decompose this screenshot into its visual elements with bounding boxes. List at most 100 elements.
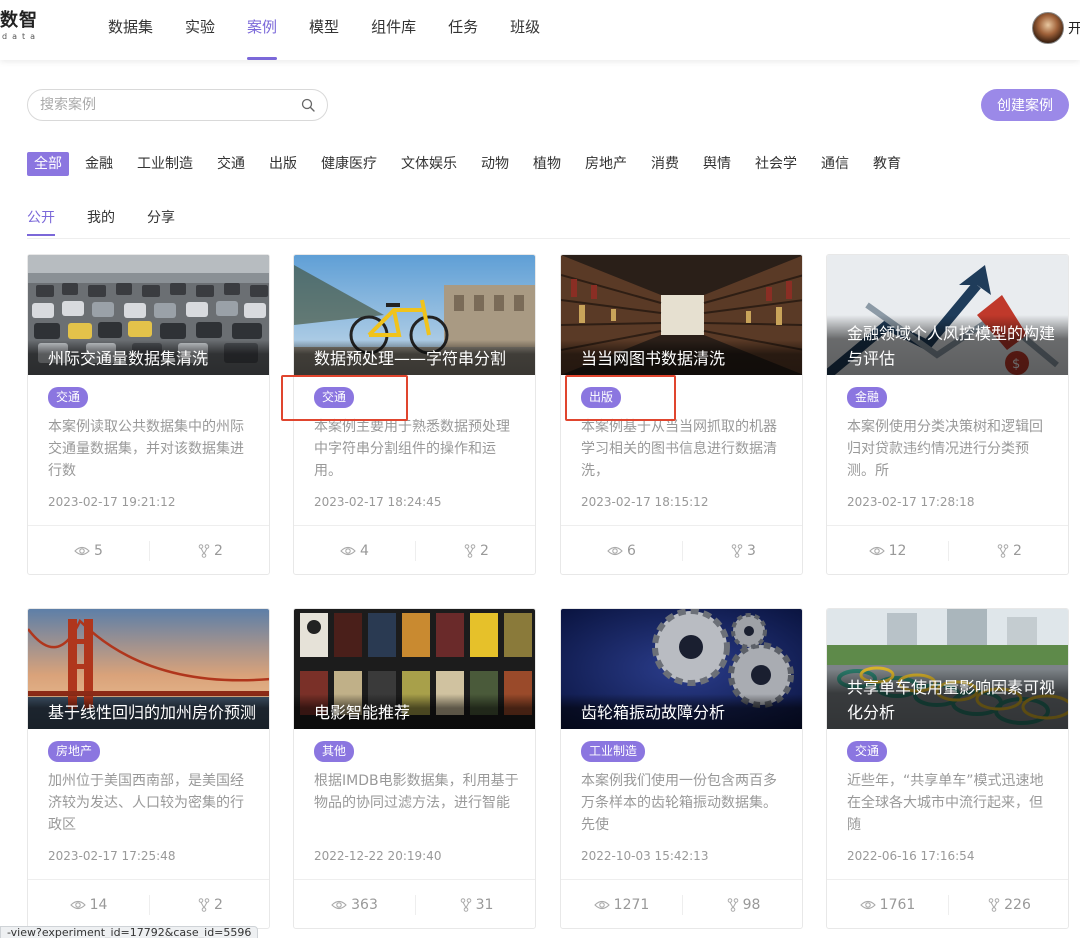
card-title[interactable]: 基于线性回归的加州房价预测 (28, 694, 269, 729)
view-count: 4 (294, 526, 415, 574)
nav-tasks[interactable]: 任务 (432, 0, 494, 60)
fork-count-value: 2 (214, 542, 223, 559)
view-count: 6 (561, 526, 682, 574)
category-real-estate[interactable]: 房地产 (585, 152, 627, 176)
logo[interactable]: 数智 data (0, 10, 44, 42)
gears-photo[interactable]: 齿轮箱振动故障分析 (561, 609, 802, 729)
fork-icon (727, 897, 738, 912)
card-title[interactable]: 齿轮箱振动故障分析 (561, 694, 802, 729)
fork-count[interactable]: 31 (416, 880, 535, 928)
main-nav: 数据集 实验 案例 模型 组件库 任务 班级 (92, 0, 556, 60)
tab-shared[interactable]: 分享 (147, 208, 175, 236)
nav-classes[interactable]: 班级 (494, 0, 556, 60)
card-stats: 14 2 (28, 879, 269, 928)
yellow-bicycle-photo[interactable]: 数据预处理——字符串分割 (294, 255, 535, 375)
eye-icon (69, 900, 86, 909)
fork-count-value: 98 (742, 896, 761, 913)
card-description: 本案例使用分类决策树和逻辑回归对贷款违约情况进行分类预测。所 (847, 419, 1043, 479)
card-title[interactable]: 电影智能推荐 (294, 694, 535, 729)
card-description: 近些年，“共享单车”模式迅速地在全球各大城市中流行起来，但随 (847, 773, 1044, 833)
category-finance[interactable]: 金融 (85, 152, 113, 176)
fork-count[interactable]: 98 (683, 880, 802, 928)
user-menu[interactable]: 开 (1032, 12, 1080, 44)
movie-posters-photo[interactable]: 电影智能推荐 (294, 609, 535, 729)
card-body: 交通 近些年，“共享单车”模式迅速地在全球各大城市中流行起来，但随 2022-0… (827, 729, 1068, 879)
card-body: 房地产 加州位于美国西南部，是美国经济较为发达、人口较为密集的行政区 2023-… (28, 729, 269, 879)
highlight-box-publishing-tag (565, 375, 676, 421)
card-date: 2023-02-17 17:28:18 (847, 495, 975, 509)
finance-arrows-photo[interactable]: $ 金融领域个人风控模型的构建与评估 (827, 255, 1068, 375)
card-date: 2023-02-17 17:25:48 (48, 849, 176, 863)
card-title[interactable]: 当当网图书数据清洗 (561, 340, 802, 375)
category-plants[interactable]: 植物 (533, 152, 561, 176)
card-description: 本案例读取公共数据集中的州际交通量数据集，并对该数据集进行数 (48, 419, 244, 479)
fork-count[interactable]: 2 (150, 526, 269, 574)
category-tag: 其他 (314, 741, 355, 762)
card-stats: 12 2 (827, 525, 1068, 574)
view-count-value: 12 (888, 542, 907, 559)
fork-count-value: 3 (747, 542, 756, 559)
fork-icon (464, 543, 476, 558)
view-count: 5 (28, 526, 149, 574)
category-health[interactable]: 健康医疗 (321, 152, 377, 176)
fork-count-value: 2 (214, 896, 223, 913)
view-count-value: 1761 (879, 896, 916, 913)
view-count: 363 (294, 880, 415, 928)
case-card[interactable]: 基于线性回归的加州房价预测 房地产 加州位于美国西南部，是美国经济较为发达、人口… (27, 608, 270, 929)
view-count-value: 6 (627, 542, 636, 559)
nav-cases[interactable]: 案例 (231, 0, 293, 60)
card-title[interactable]: 州际交通量数据集清洗 (28, 340, 269, 375)
tab-public[interactable]: 公开 (27, 208, 55, 236)
nav-models[interactable]: 模型 (293, 0, 355, 60)
golden-gate-bridge-photo[interactable]: 基于线性回归的加州房价预测 (28, 609, 269, 729)
card-description: 本案例我们使用一份包含两百多万条样本的齿轮箱振动数据集。先使 (581, 773, 777, 833)
fork-count[interactable]: 2 (416, 526, 535, 574)
case-card[interactable]: 齿轮箱振动故障分析 工业制造 本案例我们使用一份包含两百多万条样本的齿轮箱振动数… (560, 608, 803, 929)
eye-icon (331, 900, 347, 909)
case-card[interactable]: $ 金融领域个人风控模型的构建与评估 金融 本案例使用分类决策树和逻辑回归对贷款… (826, 254, 1069, 575)
nav-datasets[interactable]: 数据集 (92, 0, 169, 60)
card-title[interactable]: 金融领域个人风控模型的构建与评估 (827, 315, 1068, 375)
card-title[interactable]: 共享单车使用量影响因素可视化分析 (827, 669, 1068, 729)
view-count-value: 14 (89, 896, 108, 913)
case-card[interactable]: 共享单车使用量影响因素可视化分析 交通 近些年，“共享单车”模式迅速地在全球各大… (826, 608, 1069, 929)
case-card[interactable]: 电影智能推荐 其他 根据IMDB电影数据集，利用基于物品的协同过滤方法，进行智能… (293, 608, 536, 929)
case-card[interactable]: 州际交通量数据集清洗 交通 本案例读取公共数据集中的州际交通量数据集，并对该数据… (27, 254, 270, 575)
fork-count-value: 31 (475, 896, 494, 913)
library-shelves-photo[interactable]: 当当网图书数据清洗 (561, 255, 802, 375)
card-title[interactable]: 数据预处理——字符串分割 (294, 340, 535, 375)
user-name[interactable]: 开 (1068, 18, 1080, 38)
category-entertainment[interactable]: 文体娱乐 (401, 152, 457, 176)
category-sociology[interactable]: 社会学 (755, 152, 797, 176)
search-input[interactable] (40, 90, 290, 120)
category-publishing[interactable]: 出版 (269, 152, 297, 176)
fork-count[interactable]: 3 (683, 526, 802, 574)
category-communication[interactable]: 通信 (821, 152, 849, 176)
category-all[interactable]: 全部 (27, 152, 69, 176)
fork-count[interactable]: 2 (949, 526, 1068, 574)
nav-components[interactable]: 组件库 (355, 0, 432, 60)
card-date: 2022-12-22 20:19:40 (314, 849, 442, 863)
category-education[interactable]: 教育 (873, 152, 901, 176)
category-animals[interactable]: 动物 (481, 152, 509, 176)
fork-icon (198, 543, 210, 558)
fork-icon (460, 897, 471, 912)
category-manufacturing[interactable]: 工业制造 (137, 152, 193, 176)
status-bar-url: -view?experiment_id=17792&case_id=5596 (0, 926, 258, 938)
fork-count[interactable]: 2 (150, 880, 269, 928)
search-icon[interactable] (301, 98, 315, 112)
category-public-opinion[interactable]: 舆情 (703, 152, 731, 176)
fork-count[interactable]: 226 (949, 880, 1068, 928)
card-stats: 4 2 (294, 525, 535, 574)
nav-experiments[interactable]: 实验 (169, 0, 231, 60)
traffic-jam-photo[interactable]: 州际交通量数据集清洗 (28, 255, 269, 375)
card-description: 加州位于美国西南部，是美国经济较为发达、人口较为密集的行政区 (48, 773, 244, 833)
avatar[interactable] (1032, 12, 1064, 44)
create-case-button[interactable]: 创建案例 (981, 89, 1069, 121)
category-consumption[interactable]: 消费 (651, 152, 679, 176)
card-stats: 1271 98 (561, 879, 802, 928)
shared-bikes-photo[interactable]: 共享单车使用量影响因素可视化分析 (827, 609, 1068, 729)
tab-mine[interactable]: 我的 (87, 208, 115, 236)
category-transport[interactable]: 交通 (217, 152, 245, 176)
logo-text: 数智 (0, 10, 38, 31)
